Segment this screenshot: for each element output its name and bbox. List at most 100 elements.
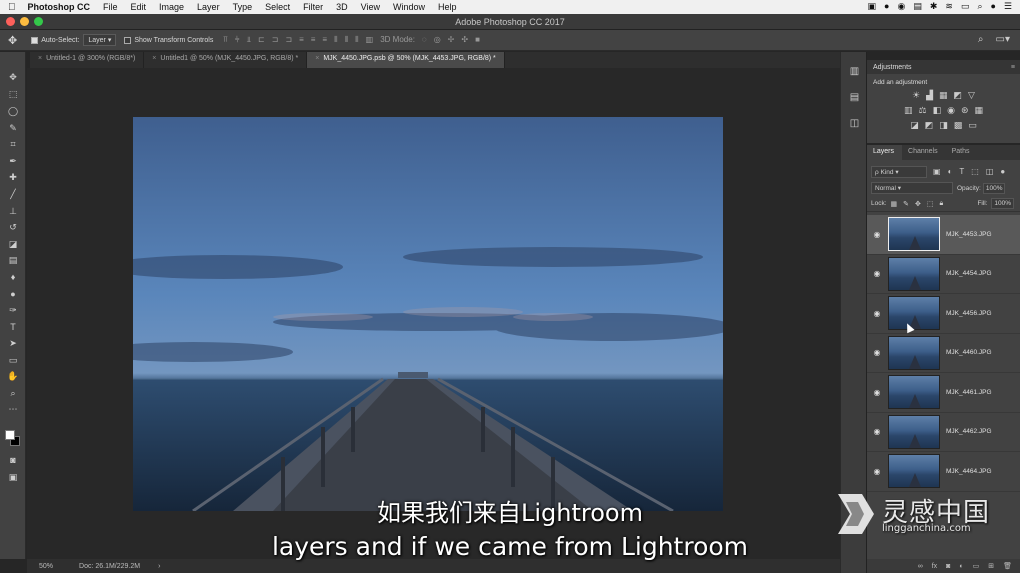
lock-transparency-icon[interactable]: ▦ <box>891 200 898 208</box>
layer-row[interactable]: ◉ MJK_4462.JPG <box>867 413 1020 452</box>
tab-paths[interactable]: Paths <box>946 145 978 160</box>
healing-brush-icon[interactable]: ✚ <box>0 170 26 184</box>
new-group-icon[interactable]: ▭ <box>973 562 980 570</box>
visibility-eye-icon[interactable]: ◉ <box>867 427 887 436</box>
channel-mixer-icon[interactable]: ⊛ <box>961 105 969 116</box>
notification-center-icon[interactable]: ☰ <box>1004 1 1012 12</box>
photo-filter-icon[interactable]: ◉ <box>947 105 955 116</box>
align-right-icon[interactable]: ⊐ <box>285 35 292 45</box>
layer-thumbnail[interactable] <box>888 335 940 370</box>
link-layers-icon[interactable]: ∞ <box>918 563 923 570</box>
menu-view[interactable]: View <box>361 2 380 12</box>
visibility-eye-icon[interactable]: ◉ <box>867 269 887 278</box>
menu-image[interactable]: Image <box>159 2 184 12</box>
black-white-icon[interactable]: ◧ <box>933 105 942 116</box>
delete-layer-icon[interactable]: 🗑︎ <box>1003 562 1012 570</box>
close-tab-icon[interactable]: × <box>38 55 42 62</box>
quick-select-icon[interactable]: ✎ <box>0 121 26 135</box>
move-tool-preset-icon[interactable]: ✥ <box>8 34 17 47</box>
wifi-icon[interactable]: ≋ <box>945 1 953 12</box>
spotlight-icon[interactable]: ⌕ <box>977 1 982 12</box>
foreground-color-swatch[interactable] <box>5 430 15 440</box>
align-left-icon[interactable]: ⊏ <box>258 35 265 45</box>
zoom-level[interactable]: 50% <box>39 563 53 570</box>
layer-thumbnail[interactable] <box>888 256 940 291</box>
lock-position-icon[interactable]: ✥ <box>915 200 921 208</box>
invert-icon[interactable]: ◪ <box>910 120 919 131</box>
distribute-top-icon[interactable]: ≡ <box>299 35 304 45</box>
layer-row[interactable]: ◉ MJK_4456.JPG <box>867 294 1020 334</box>
move-icon[interactable]: ✥ <box>0 70 26 84</box>
layer-row[interactable]: ◉ MJK_4461.JPG <box>867 373 1020 413</box>
layer-name[interactable]: MJK_4460.JPG <box>946 349 992 356</box>
layer-name[interactable]: MJK_4456.JPG <box>946 310 992 317</box>
visibility-eye-icon[interactable]: ◉ <box>867 230 887 239</box>
hue-saturation-icon[interactable]: ▥ <box>904 105 913 116</box>
tab-mjk-4450[interactable]: × MJK_4450.JPG.psb @ 50% (MJK_4453.JPG, R… <box>307 52 505 68</box>
panel-menu-icon[interactable]: ≡ <box>1011 64 1015 71</box>
auto-select-dropdown[interactable]: Layer ▾ <box>83 34 117 46</box>
new-adjustment-icon[interactable]: ◐ <box>959 563 963 570</box>
path-select-icon[interactable]: ➤ <box>0 336 26 350</box>
hand-icon[interactable]: ✋ <box>0 369 26 383</box>
lock-pixels-icon[interactable]: ✎ <box>903 200 909 208</box>
smart-object-filter-icon[interactable]: ◫ <box>986 167 994 176</box>
menu-filter[interactable]: Filter <box>303 2 323 12</box>
show-transform-checkbox[interactable] <box>124 36 132 44</box>
properties-panel-icon[interactable]: ▤ <box>848 92 861 105</box>
slide-3d-icon[interactable]: ✣ <box>461 35 468 45</box>
workspace-icon[interactable]: ▭▾ <box>996 34 1010 45</box>
menu-3d[interactable]: 3D <box>336 2 348 12</box>
layer-row[interactable]: ◉ MJK_4464.JPG <box>867 452 1020 492</box>
adjustment-filter-icon[interactable]: ◐ <box>948 167 953 176</box>
menu-help[interactable]: Help <box>438 2 457 12</box>
type-filter-icon[interactable]: T <box>959 167 964 176</box>
menu-file[interactable]: File <box>103 2 118 12</box>
visibility-eye-icon[interactable]: ◉ <box>867 348 887 357</box>
libraries-panel-icon[interactable]: ◫ <box>848 118 861 131</box>
add-mask-icon[interactable]: ◙ <box>946 563 950 570</box>
pan-3d-icon[interactable]: ✢ <box>448 35 455 45</box>
eyedropper-icon[interactable]: ✒ <box>0 154 26 168</box>
layer-row[interactable]: ◉ MJK_4453.JPG <box>867 215 1020 255</box>
menu-window[interactable]: Window <box>393 2 425 12</box>
clone-stamp-icon[interactable]: ⊥ <box>0 204 26 218</box>
screen-mode-icon[interactable]: ▣ <box>0 470 26 484</box>
close-tab-icon[interactable]: × <box>152 55 156 62</box>
layer-thumbnail[interactable] <box>888 414 940 449</box>
rectangle-icon[interactable]: ▭ <box>0 353 26 367</box>
menu-edit[interactable]: Edit <box>131 2 147 12</box>
layer-name[interactable]: MJK_4454.JPG <box>946 270 992 277</box>
type-icon[interactable]: T <box>0 320 26 334</box>
distribute-bottom-icon[interactable]: ≡ <box>322 35 327 45</box>
gradient-map-icon[interactable]: ▭ <box>968 120 977 131</box>
dodge-icon[interactable]: ● <box>0 287 26 301</box>
shape-filter-icon[interactable]: ⬚ <box>971 167 979 176</box>
color-balance-icon[interactable]: ⚖ <box>919 105 927 116</box>
layer-name[interactable]: MJK_4461.JPG <box>946 389 992 396</box>
quick-mask-icon[interactable]: ◙ <box>0 453 26 467</box>
tab-untitled-1[interactable]: × Untitled-1 @ 300% (RGB/8*) <box>30 52 145 68</box>
layer-name[interactable]: MJK_4464.JPG <box>946 468 992 475</box>
kind-filter-dropdown[interactable]: ρ Kind ▾ <box>871 165 927 178</box>
marquee-icon[interactable]: ⬚ <box>0 87 26 101</box>
document-canvas-image[interactable] <box>133 117 723 511</box>
distribute-right-icon[interactable]: ⦀ <box>355 35 359 45</box>
tab-untitled1[interactable]: × Untitled1 @ 50% (MJK_4450.JPG, RGB/8) * <box>144 52 308 68</box>
color-lookup-icon[interactable]: ▦ <box>975 105 984 116</box>
visibility-eye-icon[interactable]: ◉ <box>867 388 887 397</box>
levels-icon[interactable]: ▟ <box>926 90 933 101</box>
layer-name[interactable]: MJK_4462.JPG <box>946 428 992 435</box>
status-menu-arrow[interactable]: › <box>158 563 160 570</box>
layer-name[interactable]: MJK_4453.JPG <box>946 231 992 238</box>
layer-thumbnail[interactable] <box>888 454 940 489</box>
threshold-icon[interactable]: ◨ <box>939 120 948 131</box>
screen-record-icon[interactable]: ▣ <box>868 1 877 12</box>
apple-icon[interactable]:  <box>8 2 16 13</box>
bluetooth-icon[interactable]: ✱ <box>930 1 938 12</box>
canvas-workarea[interactable] <box>27 68 840 559</box>
zoom-icon[interactable]: ⌕ <box>0 386 26 400</box>
layer-style-icon[interactable]: fx <box>932 563 937 570</box>
close-tab-icon[interactable]: × <box>315 55 319 62</box>
creative-cloud-icon[interactable]: ◉ <box>897 1 905 12</box>
